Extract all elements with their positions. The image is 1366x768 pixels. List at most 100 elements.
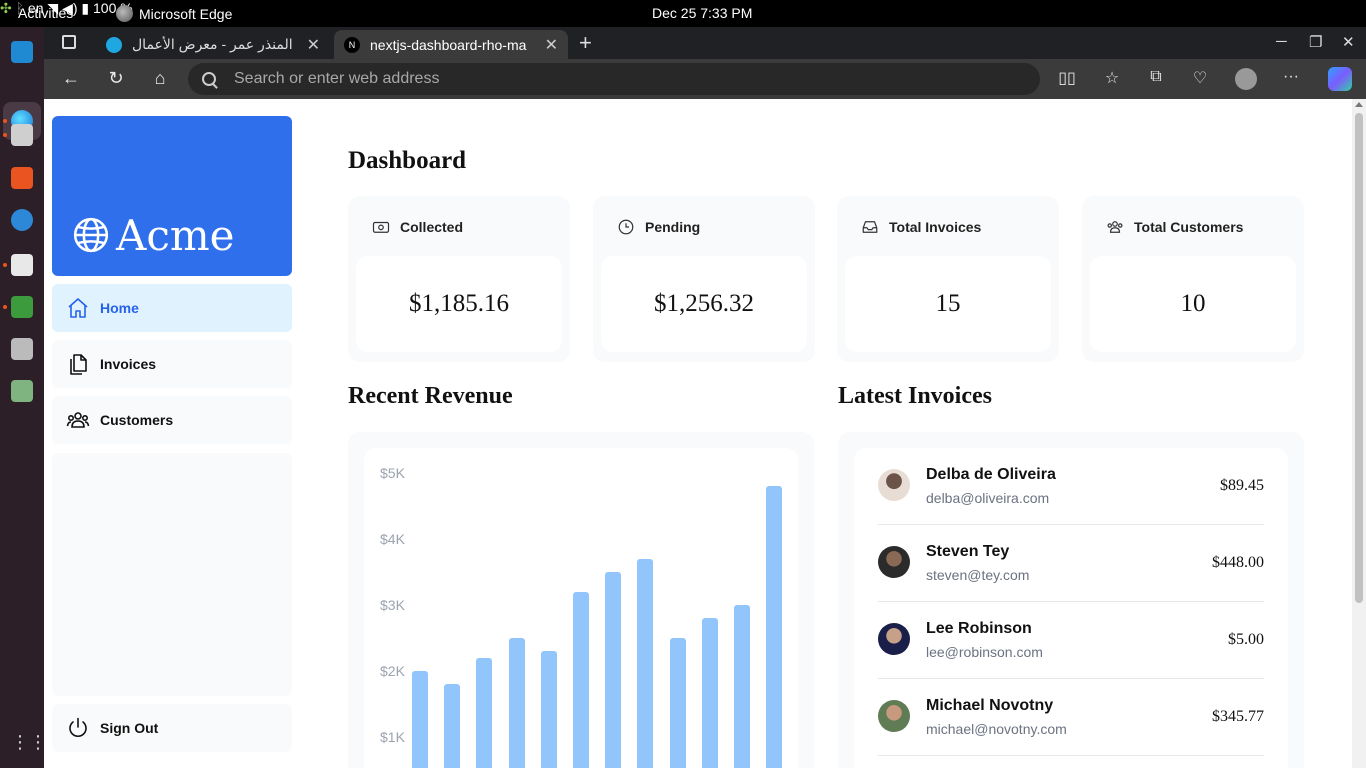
nav-home[interactable]: Home [52, 284, 292, 332]
home-icon[interactable]: ⌂ [149, 68, 171, 89]
search-icon [202, 72, 216, 86]
avatar [878, 623, 910, 655]
tab-portfolio[interactable]: المنذر عمر - معرض الأعمال ✕ [96, 30, 330, 59]
split-screen-icon[interactable]: ▯▯ [1056, 68, 1078, 88]
y-axis-tick-label: $3K [380, 597, 405, 613]
revenue-chart: $5K $4K $3K $2K $1K [364, 448, 798, 768]
clock-icon [618, 219, 634, 235]
edge-icon [116, 5, 133, 22]
revenue-bar [669, 638, 686, 768]
nav-label: Customers [100, 412, 174, 428]
installer-icon[interactable] [11, 296, 33, 318]
close-tab-icon[interactable]: ✕ [307, 35, 320, 55]
close-window-icon[interactable]: ✕ [1342, 33, 1355, 51]
more-options-icon[interactable]: ··· [1280, 68, 1302, 86]
text-editor-icon[interactable] [11, 254, 33, 276]
avatar [878, 469, 910, 501]
minimize-icon[interactable]: ─ [1276, 33, 1287, 50]
invoice-amount: $5.00 [1228, 631, 1264, 648]
tab-strip: المنذر عمر - معرض الأعمال ✕ N nextjs-das… [44, 27, 1366, 59]
running-indicator [3, 263, 7, 267]
invoice-row[interactable]: Steven Tey steven@tey.com $448.00 [878, 525, 1264, 602]
invoice-row[interactable]: Michael Novotny michael@novotny.com $345… [878, 679, 1264, 756]
revenue-bar [637, 558, 654, 768]
card-value: $1,256.32 [601, 256, 807, 352]
trash-icon[interactable] [11, 380, 33, 402]
acme-logo[interactable]: Acme [52, 116, 292, 276]
tab-nextjs-dashboard[interactable]: N nextjs-dashboard-rho-ma ✕ [334, 30, 568, 59]
new-tab-button[interactable]: + [579, 30, 592, 56]
users-icon [1107, 221, 1123, 233]
network-tray-icon[interactable]: ✣ [0, 0, 12, 16]
favorites-icon[interactable]: ☆ [1101, 68, 1123, 88]
y-axis-tick-label: $2K [380, 663, 405, 679]
nextjs-favicon: N [344, 36, 360, 53]
copilot-icon[interactable] [1328, 67, 1352, 91]
activities-button[interactable]: Activities [18, 5, 73, 21]
dock: ⋮⋮ [0, 27, 47, 768]
invoice-row[interactable]: Lee Robinson lee@robinson.com $5.00 [878, 602, 1264, 679]
card-value: $1,185.16 [356, 256, 562, 352]
revenue-bar [605, 572, 622, 768]
nav-label: Invoices [100, 356, 157, 372]
home-icon [68, 298, 88, 318]
nav-label: Home [100, 300, 139, 316]
back-icon[interactable]: ← [60, 68, 82, 89]
users-icon [66, 412, 90, 428]
revenue-bar [540, 651, 557, 768]
close-tab-icon[interactable]: ✕ [545, 35, 558, 55]
app-menu[interactable]: Microsoft Edge [116, 5, 232, 22]
files-icon[interactable] [11, 124, 33, 146]
software-center-icon[interactable] [11, 167, 33, 189]
address-bar[interactable] [188, 63, 1040, 95]
customer-name: Lee Robinson [926, 620, 1032, 637]
latest-invoices-card: Delba de Oliveira delba@oliveira.com $89… [838, 432, 1304, 768]
customer-email: delba@oliveira.com [926, 490, 1050, 506]
tab-title: المنذر عمر - معرض الأعمال [132, 36, 293, 52]
page-scrollbar[interactable] [1352, 99, 1366, 768]
latest-invoices-list: Delba de Oliveira delba@oliveira.com $89… [854, 448, 1288, 768]
card-label: Total Customers [1134, 219, 1244, 235]
card-total-customers: Total Customers 10 [1082, 196, 1304, 362]
globe-icon [73, 217, 109, 253]
collections-icon[interactable]: ⧉ [1145, 68, 1167, 86]
scroll-up-arrow-icon[interactable] [1355, 102, 1363, 107]
revenue-bar [573, 591, 589, 768]
nav-invoices[interactable]: Invoices [52, 340, 292, 388]
card-value: 10 [1090, 256, 1296, 352]
address-input[interactable] [234, 70, 934, 88]
invoice-amount: $448.00 [1212, 554, 1264, 571]
help-icon[interactable] [11, 209, 33, 231]
profile-icon[interactable] [1235, 68, 1257, 90]
document-icon [70, 354, 87, 375]
battery-icon[interactable]: ▮ [81, 0, 89, 16]
running-indicator [3, 133, 7, 137]
y-axis-tick-label: $4K [380, 531, 405, 547]
revenue-bar [766, 486, 783, 768]
revenue-bar [701, 618, 718, 768]
card-value: 15 [845, 256, 1051, 352]
document-viewer-icon[interactable] [11, 338, 33, 360]
app-grid-icon[interactable]: ⋮⋮ [11, 731, 47, 753]
page-title: Dashboard [348, 147, 467, 174]
invoice-row[interactable]: Delba de Oliveira delba@oliveira.com $89… [878, 448, 1264, 525]
customer-name: Delba de Oliveira [926, 466, 1056, 483]
card-label: Total Invoices [889, 219, 982, 235]
tab-actions-icon[interactable] [62, 35, 76, 49]
scrollbar-thumb[interactable] [1355, 113, 1363, 603]
clock[interactable]: Dec 25 7:33 PM [652, 5, 752, 21]
maximize-icon[interactable]: ❐ [1309, 33, 1322, 51]
power-icon [69, 717, 87, 737]
banknote-icon [372, 221, 390, 233]
y-axis-tick-label: $5K [380, 465, 405, 481]
browser-essentials-icon[interactable]: ♡ [1189, 68, 1211, 88]
vscode-icon[interactable] [11, 41, 33, 63]
nav-customers[interactable]: Customers [52, 396, 292, 444]
nav-label: Sign Out [100, 720, 159, 736]
web-page: Acme Home Invoices Customers Sign Out Da… [44, 99, 1366, 768]
refresh-icon[interactable]: ↻ [105, 68, 127, 89]
sign-out-button[interactable]: Sign Out [52, 704, 292, 752]
customer-email: michael@novotny.com [926, 721, 1067, 737]
y-axis-tick-label: $1K [380, 729, 405, 745]
nav-spacer [52, 453, 292, 696]
